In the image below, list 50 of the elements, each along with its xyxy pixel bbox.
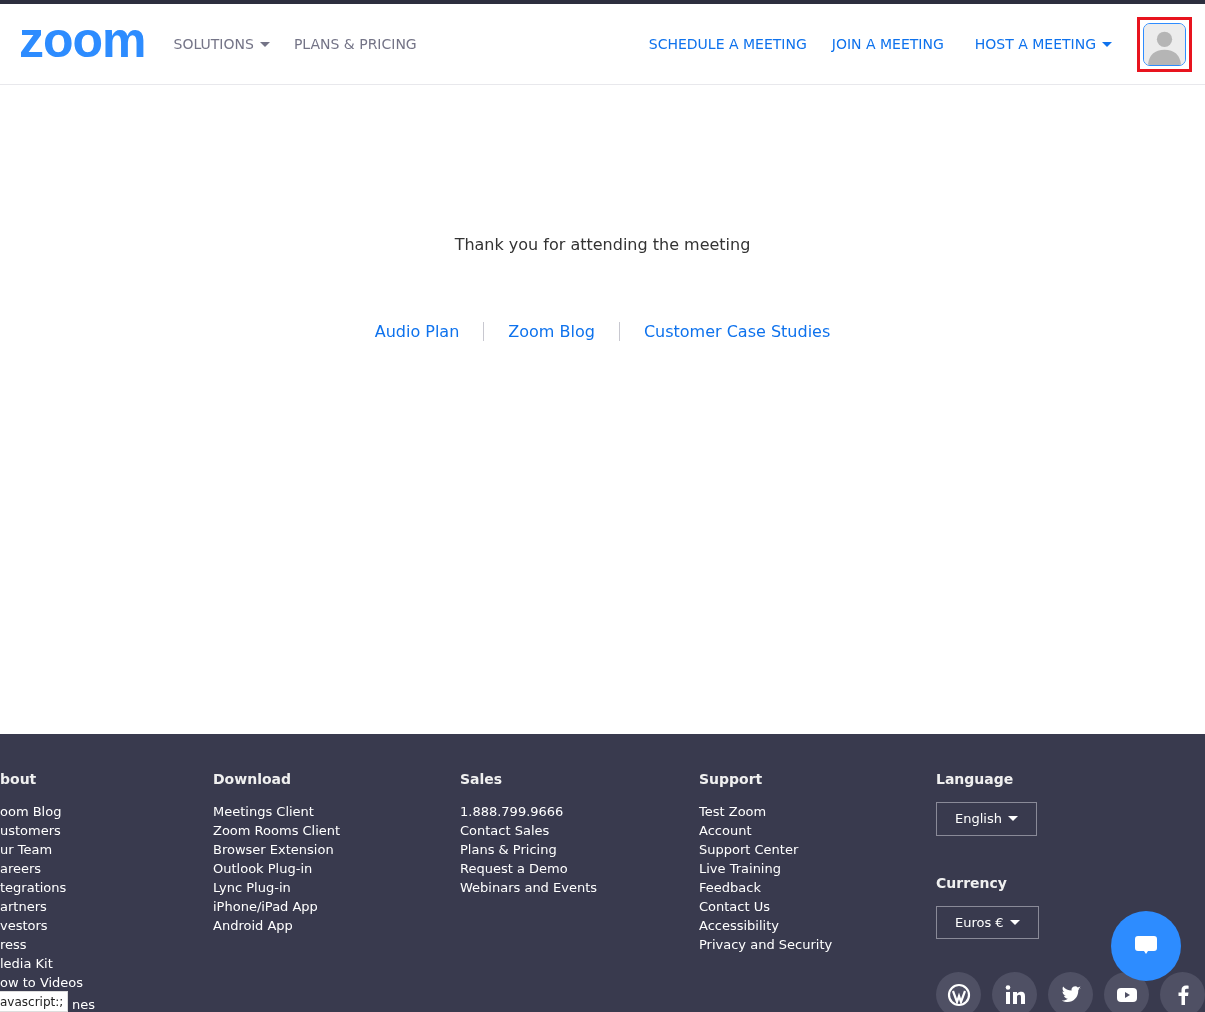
nav-link[interactable]: PLANS & PRICING [293, 33, 417, 55]
footer-link[interactable]: tegrations [0, 878, 213, 897]
footer-link[interactable]: Contact Sales [460, 821, 699, 840]
footer-link[interactable]: ustomers [0, 821, 213, 840]
footer-link[interactable]: Accessibility [699, 916, 936, 935]
link[interactable]: Audio Plan [350, 322, 484, 341]
footer-link[interactable]: 1.888.799.9666 [460, 802, 699, 821]
footer-link[interactable]: Lync Plug-in [213, 878, 460, 897]
link[interactable]: Zoom Blog [483, 322, 619, 341]
link[interactable]: Customer Case Studies [618, 322, 855, 341]
footer-link[interactable]: Request a Demo [460, 859, 699, 878]
footer-link[interactable]: Plans & Pricing [460, 840, 699, 859]
footer-link[interactable]: ress [0, 935, 213, 954]
footer-link[interactable]: Contact Us [699, 897, 936, 916]
currency-select[interactable]: Euros € [936, 905, 1039, 939]
nav-link[interactable]: SCHEDULE A MEETING [648, 33, 807, 55]
footer-link[interactable]: oom Blog [0, 802, 213, 821]
nav-link[interactable]: SOLUTIONS [173, 33, 270, 55]
footer-link[interactable]: Feedback [699, 878, 936, 897]
footer-link[interactable]: artners [0, 897, 213, 916]
status-tooltip: avascript:; [0, 991, 69, 1012]
column-heading: bout [0, 770, 38, 788]
nav-link[interactable]: HOST A MEETING [974, 33, 1112, 55]
footer-link[interactable]: Outlook Plug-in [213, 859, 460, 878]
column-heading: Support [699, 770, 764, 788]
column-heading: Language [936, 770, 1015, 788]
footer-link[interactable]: Support Center [699, 840, 936, 859]
nav-link[interactable]: JOIN A MEETING [831, 33, 944, 55]
footer-link[interactable]: Meetings Client [213, 802, 460, 821]
footer-link[interactable]: Browser Extension [213, 840, 460, 859]
footer-link[interactable]: ledia Kit [0, 954, 213, 973]
footer-link[interactable]: iPhone/iPad App [213, 897, 460, 916]
column-heading: Sales [460, 770, 504, 788]
footer-link[interactable]: Account [699, 821, 936, 840]
message-text: Thank you for attending the meeting [453, 234, 752, 256]
footer-link[interactable]: vestors [0, 916, 213, 935]
footer-link[interactable]: Android App [213, 916, 460, 935]
footer-link[interactable]: ow to Videos [0, 973, 213, 992]
footer-link[interactable]: Webinars and Events [460, 878, 699, 897]
footer-link[interactable]: Test Zoom [699, 802, 936, 821]
column-heading: Currency [936, 873, 1008, 892]
footer-link[interactable]: Privacy and Security [699, 935, 936, 954]
footer-link[interactable]: areers [0, 859, 213, 878]
footer-link[interactable]: nes [72, 995, 95, 1012]
avatar-icon[interactable] [1143, 22, 1186, 66]
footer-link[interactable]: Live Training [699, 859, 936, 878]
language-select[interactable]: English [936, 802, 1037, 836]
footer-link[interactable]: Zoom Rooms Client [213, 821, 460, 840]
footer-link[interactable]: ur Team [0, 840, 213, 859]
column-heading: Download [213, 770, 293, 788]
